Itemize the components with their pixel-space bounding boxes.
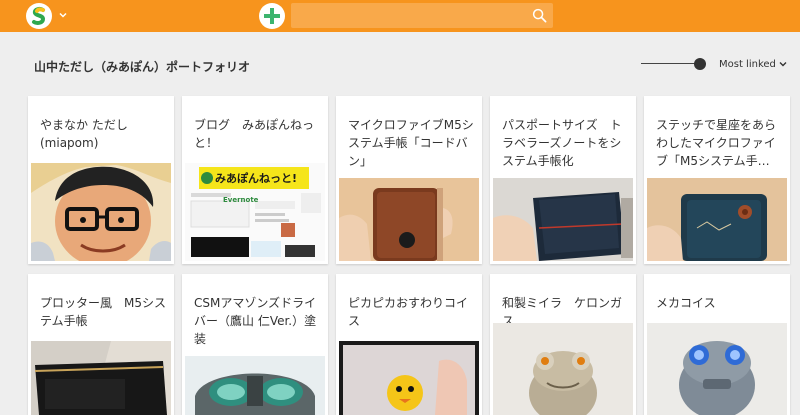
card-title: ピカピカおすわりコイス (348, 296, 469, 328)
card-item[interactable]: パスポートサイズ トラベラーズノートをシステム手帳化 (490, 96, 636, 264)
blog-banner-text: みあぽんねっと! (215, 172, 298, 185)
card-item[interactable]: ブログ みあぽんねっと！ みあぽんねっと! Evernote (182, 96, 328, 264)
card-item[interactable]: プロッター風 M5システム手帳 (28, 274, 174, 415)
search-input[interactable] (291, 3, 553, 28)
plus-circle-icon (264, 8, 280, 24)
chevron-down-icon[interactable] (57, 9, 69, 21)
slider-handle[interactable] (694, 58, 706, 70)
card-thumbnail (31, 341, 171, 415)
card-thumbnail (185, 356, 325, 415)
card-item[interactable]: CSMアマゾンズドライバー（鷹山 仁Ver.）塗装 (182, 274, 328, 415)
card-item[interactable]: メカコイス (644, 274, 790, 415)
sort-dropdown[interactable]: Most linked (719, 59, 787, 70)
sort-label: Most linked (719, 59, 776, 70)
card-item[interactable]: ピカピカおすわりコイス (336, 274, 482, 415)
card-thumbnail (647, 178, 787, 261)
card-title: メカコイス (656, 296, 716, 310)
top-bar (0, 0, 800, 32)
card-thumbnail (31, 163, 171, 261)
card-item[interactable]: 和製ミイラ ケロンガス (490, 274, 636, 415)
card-thumbnail (339, 178, 479, 261)
card-thumbnail (339, 341, 479, 415)
slider-track (641, 63, 701, 64)
card-title: ブログ みあぽんねっと！ (194, 118, 315, 150)
chevron-down-icon (779, 62, 787, 67)
card-title: プロッター風 M5システム手帳 (40, 296, 166, 328)
card-thumbnail: みあぽんねっと! Evernote (185, 163, 325, 261)
add-button[interactable] (259, 3, 285, 29)
card-thumbnail (493, 323, 633, 415)
card-size-slider[interactable] (641, 57, 707, 71)
card-item[interactable]: やまなか ただし (miapom) (28, 96, 174, 264)
card-title: やまなか ただし (miapom) (40, 118, 128, 150)
logo-button[interactable] (26, 3, 52, 29)
card-title: マイクロファイブM5システム手帳「コードバン」 (348, 118, 474, 168)
page-title: 山中ただし（みあぽん）ポートフォリオ (34, 60, 251, 74)
card-thumbnail (493, 178, 633, 261)
card-title: パスポートサイズ トラベラーズノートをシステム手帳化 (502, 118, 622, 168)
card-thumbnail (647, 323, 787, 415)
card-title: CSMアマゾンズドライバー（鷹山 仁Ver.）塗装 (194, 296, 317, 346)
search-icon[interactable] (532, 8, 547, 23)
search-box (291, 3, 553, 28)
card-item[interactable]: ステッチで星座をあらわしたマイクロファイブ「M5システム手… (644, 96, 790, 264)
blog-sub-text: Evernote (223, 196, 259, 204)
card-item[interactable]: マイクロファイブM5システム手帳「コードバン」 (336, 96, 482, 264)
card-title: ステッチで星座をあらわしたマイクロファイブ「M5システム手… (656, 118, 777, 168)
strikingly-logo-icon (32, 7, 46, 25)
